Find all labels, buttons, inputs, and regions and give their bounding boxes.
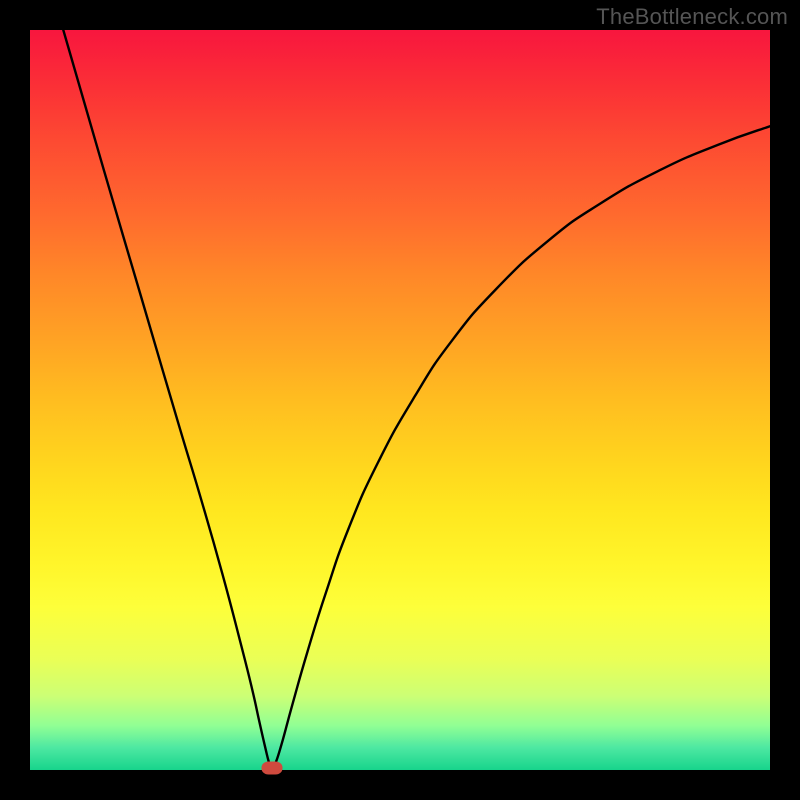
watermark-text: TheBottleneck.com (596, 4, 788, 30)
curve-path (63, 30, 770, 770)
plot-area (30, 30, 770, 770)
chart-frame: TheBottleneck.com (0, 0, 800, 800)
curve-svg (30, 30, 770, 770)
minimum-marker (261, 761, 282, 774)
